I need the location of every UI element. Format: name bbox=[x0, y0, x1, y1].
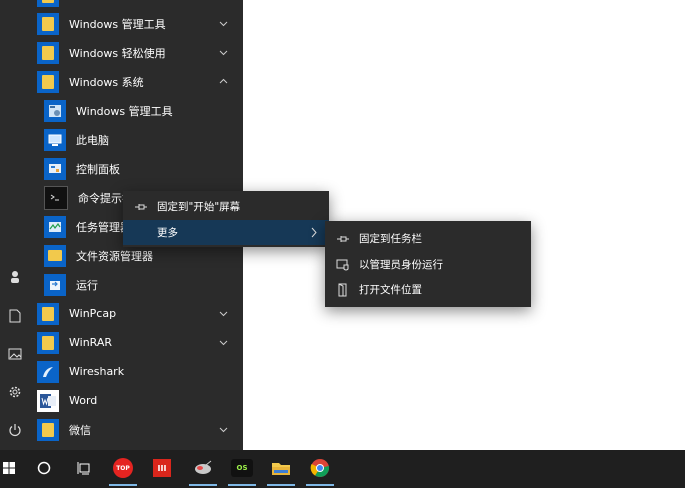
chevron-down-icon bbox=[219, 50, 228, 56]
app-wireshark[interactable]: Wireshark bbox=[30, 357, 243, 386]
run-icon bbox=[44, 273, 66, 296]
pictures-icon[interactable] bbox=[0, 340, 30, 368]
taskbar-app-chrome[interactable] bbox=[303, 450, 337, 486]
wireshark-icon bbox=[37, 360, 59, 383]
app-label: Wireshark bbox=[69, 365, 125, 378]
windows-logo-icon bbox=[3, 462, 15, 474]
computer-icon bbox=[44, 128, 66, 151]
task-manager-icon bbox=[44, 215, 66, 238]
task-view-button[interactable] bbox=[70, 450, 98, 486]
start-rail bbox=[0, 0, 30, 450]
folder-icon bbox=[37, 12, 59, 35]
app-label: 控制面板 bbox=[76, 162, 120, 176]
open-file-location-item[interactable]: 打开文件位置 bbox=[325, 277, 531, 302]
app-label: WinRAR bbox=[69, 336, 113, 349]
pin-to-start-item[interactable]: 固定到"开始"屏幕 bbox=[123, 194, 329, 219]
app-word[interactable]: Word bbox=[30, 386, 243, 415]
folder-icon bbox=[272, 463, 290, 475]
folder-windows-ease-of-access[interactable]: Windows 轻松使用 bbox=[30, 38, 243, 67]
chevron-down-icon bbox=[219, 21, 228, 27]
context-menu: 固定到"开始"屏幕 更多 bbox=[123, 191, 329, 247]
top-app-icon: TOP bbox=[113, 458, 133, 478]
pin-to-taskbar-item[interactable]: 固定到任务栏 bbox=[325, 226, 531, 251]
power-icon[interactable] bbox=[0, 416, 30, 444]
folder-windows-system[interactable]: Windows 系统 bbox=[30, 67, 243, 96]
folder-label: Windows 轻松使用 bbox=[69, 46, 166, 60]
pin-icon bbox=[133, 199, 149, 215]
app-label: 运行 bbox=[76, 278, 98, 292]
taskbar: TOP III OS bbox=[0, 450, 685, 488]
folder-winpcap[interactable]: WinPcap bbox=[30, 299, 243, 328]
folder-icon bbox=[37, 41, 59, 64]
app-label: 此电脑 bbox=[76, 133, 109, 147]
menu-item-label: 固定到任务栏 bbox=[359, 233, 422, 245]
taskbar-app-file-explorer[interactable] bbox=[264, 450, 298, 486]
taskbar-app-red[interactable]: III bbox=[145, 450, 179, 486]
menu-item-label: 更多 bbox=[157, 227, 178, 239]
folder-winrar[interactable]: WinRAR bbox=[30, 328, 243, 357]
app-label: Word bbox=[69, 394, 98, 407]
menu-item-label: 固定到"开始"屏幕 bbox=[157, 201, 241, 213]
app-label: Windows 管理工具 bbox=[76, 104, 173, 118]
app-windows-admin-tools[interactable]: Windows 管理工具 bbox=[30, 96, 243, 125]
satellite-app-icon bbox=[195, 460, 212, 474]
folder-icon bbox=[37, 0, 59, 7]
pin-icon bbox=[335, 231, 351, 247]
folder-windows-admin-tools[interactable]: Windows 管理工具 bbox=[30, 9, 243, 38]
task-view-icon bbox=[77, 462, 90, 475]
chevron-right-icon bbox=[311, 227, 317, 238]
more-item[interactable]: 更多 bbox=[123, 220, 329, 245]
file-location-icon bbox=[335, 282, 351, 298]
folder-label: Windows 管理工具 bbox=[69, 17, 166, 31]
app-control-panel[interactable]: 控制面板 bbox=[30, 154, 243, 183]
menu-item-label: 以管理员身份运行 bbox=[359, 259, 443, 271]
menu-item-label: 打开文件位置 bbox=[359, 284, 422, 296]
app-run[interactable]: 运行 bbox=[30, 270, 243, 299]
app-label: 微信 bbox=[69, 423, 91, 437]
app-label: WinPcap bbox=[69, 307, 117, 320]
chevron-down-icon bbox=[219, 427, 228, 433]
chevron-down-icon bbox=[219, 311, 228, 317]
chrome-icon bbox=[310, 459, 330, 478]
control-panel-icon bbox=[44, 157, 66, 180]
taskbar-app-os[interactable]: OS bbox=[225, 450, 259, 486]
shield-run-icon bbox=[335, 257, 351, 273]
taskbar-app-top[interactable]: TOP bbox=[106, 450, 140, 486]
documents-icon[interactable] bbox=[0, 302, 30, 330]
search-button[interactable] bbox=[30, 450, 58, 486]
chevron-up-icon bbox=[219, 78, 228, 84]
app-label: 文件资源管理器 bbox=[76, 249, 153, 263]
folder-icon bbox=[37, 70, 59, 93]
folder-icon bbox=[37, 331, 59, 354]
admin-tools-icon bbox=[44, 99, 66, 122]
settings-icon[interactable] bbox=[0, 378, 30, 406]
run-as-admin-item[interactable]: 以管理员身份运行 bbox=[325, 252, 531, 277]
word-icon bbox=[37, 389, 59, 412]
chevron-down-icon bbox=[219, 340, 228, 346]
folder-wechat[interactable]: 微信 bbox=[30, 415, 243, 444]
cmd-icon bbox=[44, 185, 68, 210]
folder-icon bbox=[37, 418, 59, 441]
red-app-icon: III bbox=[153, 459, 171, 477]
folder-label: Windows 系统 bbox=[69, 75, 144, 89]
more-submenu: 固定到任务栏 以管理员身份运行 打开文件位置 bbox=[325, 221, 531, 307]
app-this-pc[interactable]: 此电脑 bbox=[30, 125, 243, 154]
taskbar-app-satellite[interactable] bbox=[186, 450, 220, 486]
folder-icon bbox=[44, 244, 66, 267]
start-button[interactable] bbox=[0, 450, 18, 486]
user-avatar-icon[interactable] bbox=[0, 262, 30, 290]
os-app-icon: OS bbox=[231, 459, 253, 477]
folder-icon bbox=[37, 302, 59, 325]
cortana-circle-icon bbox=[37, 461, 51, 475]
